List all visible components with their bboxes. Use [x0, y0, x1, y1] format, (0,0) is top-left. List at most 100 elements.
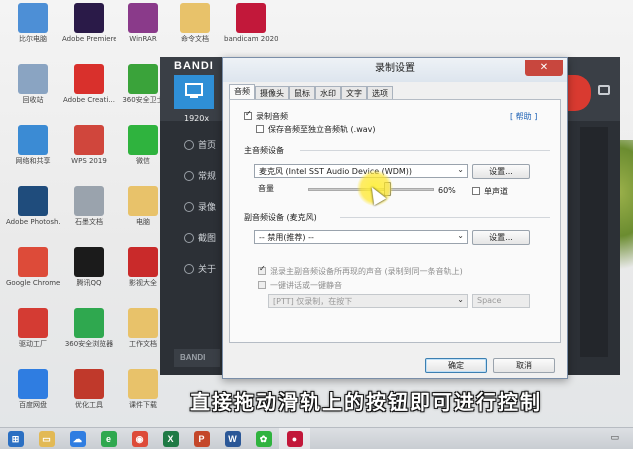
tutorial-caption: 直接拖动滑轨上的按钮即可进行控制	[190, 390, 542, 414]
desktop-shortcut-label: 360安全浏览器	[64, 340, 114, 348]
sidebar-item-home[interactable]: 首页	[174, 129, 220, 160]
mix-audio-checkbox[interactable]	[258, 264, 266, 275]
cancel-button[interactable]: 取消	[493, 358, 555, 373]
sidebar-item-about[interactable]: 关于	[174, 253, 220, 284]
close-icon: ✕	[539, 62, 549, 73]
desktop-shortcut[interactable]: Adobe Photosh...	[6, 185, 60, 243]
info-icon	[184, 263, 194, 274]
chevron-down-icon: ⌄	[457, 295, 464, 304]
desktop-shortcut-label: 课件下载	[129, 401, 157, 409]
wechat-icon: ✿	[255, 431, 272, 447]
desktop-shortcut-label: 比尔电脑	[19, 35, 47, 43]
taskbar-button[interactable]: ⊞	[0, 428, 31, 449]
audio-settings-panel: 录制音频 [ 帮助 ] 保存音频至独立音频轨 (.wav) 主音频设备 麦克风 …	[229, 99, 561, 343]
taskbar-button[interactable]: ▭	[31, 428, 62, 449]
main-device-settings-button[interactable]: 设置...	[472, 164, 530, 179]
desktop-shortcut[interactable]: WPS 2019	[62, 124, 116, 182]
help-link[interactable]: [ 帮助 ]	[510, 111, 537, 122]
folder-icon	[128, 186, 158, 216]
desktop-shortcut[interactable]: 优化工具	[62, 368, 116, 426]
mix-audio-label: 混录主副音频设备所再现的声音 (录制到同一条音轨上)	[270, 267, 463, 276]
qq-icon	[74, 247, 104, 277]
network-icon	[18, 125, 48, 155]
sidebar-item-video[interactable]: 录像	[174, 191, 220, 222]
taskbar-button[interactable]: ☁	[62, 428, 93, 449]
resolution-label: 1920x	[184, 114, 210, 123]
camera-icon[interactable]	[598, 85, 610, 95]
tab-webcam[interactable]: 摄像头	[255, 86, 289, 99]
bandicam-icon: ●	[286, 431, 303, 447]
group-divider	[340, 217, 550, 218]
taskbar-button[interactable]: e	[93, 428, 124, 449]
push-to-talk-checkbox[interactable]	[258, 281, 266, 289]
chrome-icon	[18, 247, 48, 277]
shimo-doc-icon	[74, 186, 104, 216]
sidebar-item-general[interactable]: 常规	[174, 160, 220, 191]
tab-mouse[interactable]: 鼠标	[289, 86, 315, 99]
taskbar-button[interactable]: P	[186, 428, 217, 449]
desktop-shortcut[interactable]: bandicam 2020-03-0...	[224, 2, 278, 60]
taskbar-button[interactable]: W	[217, 428, 248, 449]
secondary-device-settings-button[interactable]: 设置...	[472, 230, 530, 245]
separate-track-checkbox[interactable]	[256, 125, 264, 133]
recycle-bin-icon	[18, 64, 48, 94]
volume-label: 音量	[258, 184, 274, 193]
mono-label: 单声道	[484, 187, 508, 196]
desktop-shortcut[interactable]: 石墨文档	[62, 185, 116, 243]
desktop-shortcut-label: 优化工具	[75, 401, 103, 409]
taskbar-button[interactable]: ●	[279, 428, 310, 449]
video-file-icon	[236, 3, 266, 33]
ok-button[interactable]: 确定	[425, 358, 487, 373]
desktop-shortcut-label: WPS 2019	[71, 157, 107, 165]
image-icon	[184, 232, 194, 243]
desktop-shortcut-label: bandicam 2020-03-0...	[224, 35, 278, 43]
tab-watermark[interactable]: 水印	[315, 86, 341, 99]
desktop-shortcut-label: Adobe Photosh...	[6, 218, 60, 226]
screen-mode-button[interactable]	[174, 75, 214, 109]
taskbar-apps: ⊞ ▭ ☁ e ◉ X P W ✿ ●	[0, 428, 310, 449]
dialog-title: 录制设置	[223, 58, 567, 82]
desktop-shortcut[interactable]: 驱动工厂	[6, 307, 60, 365]
desktop-shortcut[interactable]: 比尔电脑	[6, 2, 60, 60]
bandicam-logo: BANDI	[174, 60, 214, 72]
taskbar-button[interactable]: ◉	[124, 428, 155, 449]
sidebar-item-screenshot[interactable]: 截图	[174, 222, 220, 253]
notification-tray-icon[interactable]: ▭	[610, 433, 619, 443]
group-divider	[300, 150, 550, 151]
desktop-shortcut[interactable]: 腾讯QQ	[62, 246, 116, 304]
mono-checkbox[interactable]	[472, 187, 480, 195]
bandicam-right-panel	[580, 127, 608, 357]
sidebar-item-label: 截图	[198, 234, 217, 244]
ptt-mode-value: [PTT] 仅录制，在按下	[273, 297, 353, 306]
desktop-shortcut-label: 回收站	[22, 96, 44, 104]
ptt-mode-select[interactable]: [PTT] 仅录制，在按下 ⌄	[268, 294, 468, 308]
desktop-shortcut-label: Adobe Premiere...	[62, 35, 116, 43]
desktop-shortcut[interactable]: 课件下载	[116, 368, 170, 426]
tab-options[interactable]: 选项	[367, 86, 393, 99]
desktop-shortcut[interactable]: 网络和共享	[6, 124, 60, 182]
tab-text[interactable]: 文字	[341, 86, 367, 99]
close-button[interactable]: ✕	[525, 60, 563, 76]
desktop-shortcut[interactable]: Adobe Premiere...	[62, 2, 116, 60]
creative-cloud-icon	[74, 64, 104, 94]
taskbar-button[interactable]: X	[155, 428, 186, 449]
desktop-shortcut[interactable]: 360安全浏览器	[62, 307, 116, 365]
desktop-shortcut[interactable]: Adobe Creati...	[62, 63, 116, 121]
winrar-icon	[128, 3, 158, 33]
desktop-shortcut[interactable]: 命令文档	[168, 2, 222, 60]
desktop-shortcut[interactable]: WinRAR	[116, 2, 170, 60]
record-audio-label: 录制音频	[256, 112, 288, 121]
desktop-shortcut[interactable]: 回收站	[6, 63, 60, 121]
tab-audio[interactable]: 音频	[229, 84, 255, 99]
desktop-shortcut[interactable]: Google Chrome	[6, 246, 60, 304]
record-audio-checkbox[interactable]	[244, 109, 252, 120]
app-icon	[74, 369, 104, 399]
word-icon: W	[224, 431, 241, 447]
secondary-device-select[interactable]: -- 禁用(推荐) -- ⌄	[254, 230, 468, 244]
main-device-value: 麦克风 (Intel SST Audio Device (WDM))	[259, 167, 413, 176]
ptt-hotkey-field[interactable]: Space	[472, 294, 530, 308]
record-settings-dialog: 录制设置 ✕ 音频 摄像头 鼠标 水印 文字 选项 录制音频 [ 帮助 ] 保存…	[222, 57, 568, 379]
desktop-shortcut[interactable]: 百度网盘	[6, 368, 60, 426]
desktop-shortcut-label: 石墨文档	[75, 218, 103, 226]
taskbar-button[interactable]: ✿	[248, 428, 279, 449]
